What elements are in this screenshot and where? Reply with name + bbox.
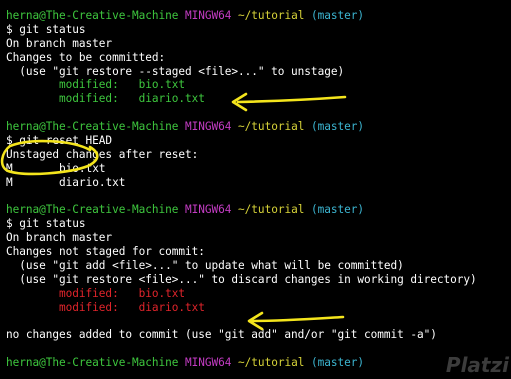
output-line: Unstaged changes after reset: — [6, 147, 199, 161]
prompt-user: herna@The-Creative-Machine — [6, 203, 179, 217]
prompt-user: herna@The-Creative-Machine — [6, 356, 179, 370]
unstaged-file-line: modified: diario.txt — [6, 300, 205, 314]
output-line: Changes not staged for commit: — [6, 245, 205, 259]
output-line: On branch master — [6, 231, 113, 245]
prompt-line: herna@The-Creative-Machine MINGW64 ~/tut… — [6, 356, 511, 370]
prompt-line: herna@The-Creative-Machine MINGW64 ~/tut… — [6, 9, 511, 23]
prompt-env: MINGW64 — [185, 203, 232, 217]
prompt-path: ~/tutorial — [238, 356, 305, 370]
reset-file-line: M bio.txt — [6, 161, 106, 175]
prompt-branch: (master) — [310, 9, 365, 22]
prompt-path: ~/tutorial — [238, 9, 305, 22]
prompt-user: herna@The-Creative-Machine — [6, 120, 179, 134]
prompt-env: MINGW64 — [185, 9, 232, 22]
reset-file-line: M diario.txt — [6, 175, 126, 189]
prompt-path: ~/tutorial — [238, 120, 305, 134]
prompt-branch: (master) — [310, 356, 365, 370]
output-line: (use "git restore --staged <file>..." to… — [6, 64, 345, 78]
prompt-path: ~/tutorial — [238, 203, 305, 217]
prompt-env: MINGW64 — [185, 120, 232, 134]
output-line: On branch master — [6, 36, 113, 50]
prompt-env: MINGW64 — [185, 356, 232, 370]
unstaged-file-line: modified: bio.txt — [6, 286, 185, 300]
prompt-user: herna@The-Creative-Machine — [6, 9, 179, 22]
command-line: $ git status — [6, 22, 86, 36]
staged-file-line: modified: bio.txt — [6, 78, 185, 92]
output-line: (use "git add <file>..." to update what … — [6, 259, 404, 273]
output-line: no changes added to commit (use "git add… — [6, 328, 437, 342]
prompt-branch: (master) — [310, 203, 365, 217]
prompt-line: herna@The-Creative-Machine MINGW64 ~/tut… — [6, 120, 511, 134]
platzi-watermark: Platzi — [445, 353, 509, 377]
staged-file-line: modified: diario.txt — [6, 92, 205, 106]
terminal-window[interactable]: herna@The-Creative-Machine MINGW64 ~/tut… — [0, 0, 511, 379]
command-line: $ git reset HEAD — [6, 134, 113, 148]
output-line: Changes to be committed: — [6, 50, 166, 64]
output-line: (use "git restore <file>..." to discard … — [6, 272, 477, 286]
prompt-branch: (master) — [310, 120, 365, 134]
command-line: $ git status — [6, 217, 86, 231]
prompt-line: herna@The-Creative-Machine MINGW64 ~/tut… — [6, 203, 511, 217]
